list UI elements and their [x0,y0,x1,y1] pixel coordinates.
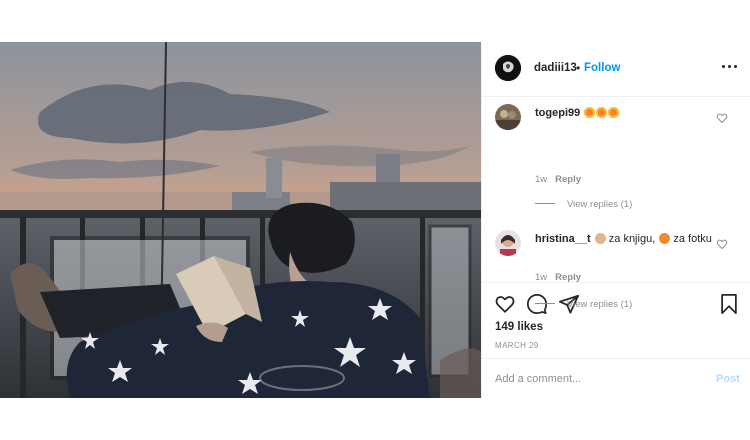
header-separator: • [576,61,581,75]
bookmark-icon[interactable] [718,293,740,315]
clapping-hands-emoji [594,233,606,244]
heart-eyes-emoji [596,107,608,118]
fox-emoji [659,233,671,244]
heart-icon[interactable] [494,293,516,315]
avatar-image [495,104,521,130]
post-header: dadiii13 • Follow [482,42,750,97]
more-options-icon[interactable] [720,59,738,73]
comment-meta: 1w Reply [535,174,581,185]
add-comment-bar: Post [482,358,750,398]
view-replies-button[interactable]: View replies (1) [535,299,632,310]
post-card: dadiii13 • Follow togepi99 1w Reply View… [0,42,750,398]
more-dot [722,65,725,68]
heart-eyes-emoji [584,107,596,118]
comments-list[interactable]: togepi99 1w Reply View replies (1) hrist… [482,98,750,283]
more-dot [728,65,731,68]
commenter-avatar[interactable] [495,230,521,256]
comment-like-icon[interactable] [716,112,728,124]
avatar-image [495,230,521,256]
comment-like-icon[interactable] [716,238,728,250]
comment-username[interactable]: togepi99 [535,107,580,119]
view-replies-button[interactable]: View replies (1) [535,199,632,210]
avatar-image [495,55,521,81]
comment-body-part2: za fotku [673,233,712,245]
post-comment-button[interactable]: Post [716,373,740,385]
post-actions: 149 likes MARCH 29 [482,282,750,357]
more-dot [734,65,737,68]
photo-scene [0,42,481,398]
view-replies-label: View replies (1) [567,299,633,310]
reply-button[interactable]: Reply [555,174,581,185]
follow-button[interactable]: Follow [584,62,620,74]
post-date: MARCH 29 [495,341,539,350]
heart-eyes-emoji [608,107,620,118]
comment-text: hristina__t za knjigu, za fotku [535,232,730,247]
commenter-avatar[interactable] [495,104,521,130]
view-replies-line [535,303,555,304]
author-username[interactable]: dadiii13 [534,62,577,74]
author-avatar[interactable] [495,55,521,81]
view-replies-label: View replies (1) [567,199,633,210]
comment-age: 1w [535,174,548,185]
likes-count[interactable]: 149 likes [495,321,543,333]
comment-body-part1: za knjigu, [608,233,656,245]
add-comment-input[interactable] [495,371,695,387]
post-sidebar: dadiii13 • Follow togepi99 1w Reply View… [481,42,750,398]
comment-text: togepi99 [535,106,725,121]
view-replies-line [535,203,555,204]
comment-username[interactable]: hristina__t [535,233,591,245]
post-photo[interactable] [0,42,481,398]
